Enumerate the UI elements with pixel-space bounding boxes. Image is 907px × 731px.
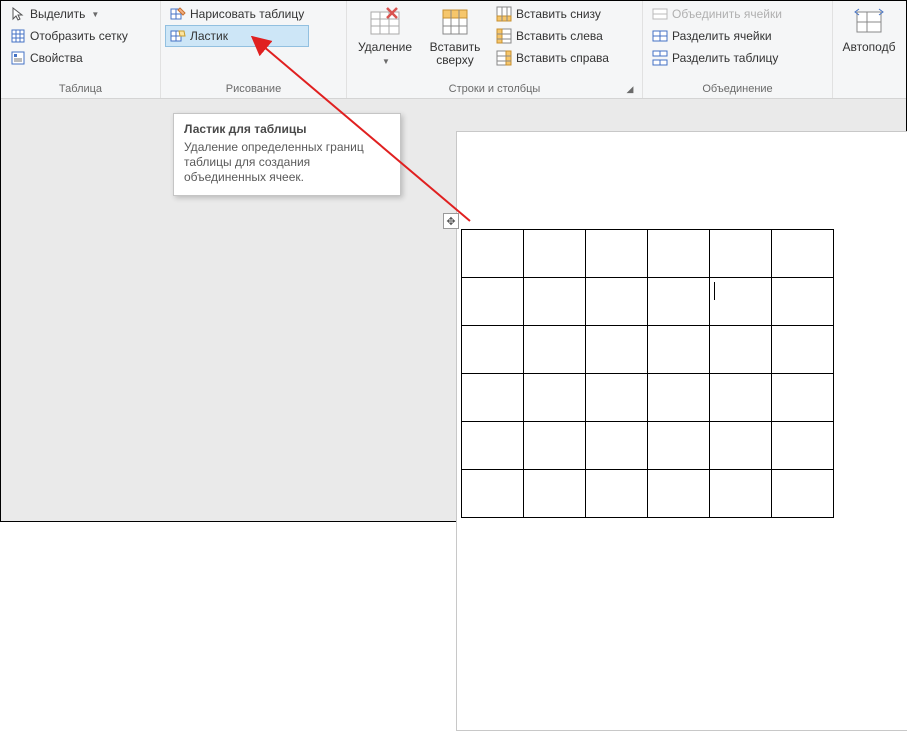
chevron-down-icon: ▼: [382, 57, 390, 66]
merge-cells-button[interactable]: Объединить ячейки: [647, 3, 787, 25]
table-row: [462, 278, 834, 326]
insert-right-button[interactable]: Вставить справа: [491, 47, 614, 69]
insert-left-button[interactable]: Вставить слева: [491, 25, 614, 47]
chevron-down-icon: ▼: [91, 10, 99, 19]
group-cellsize-label: [837, 93, 901, 98]
delete-icon: [368, 5, 402, 39]
show-gridlines-button[interactable]: Отобразить сетку: [5, 25, 133, 47]
delete-button[interactable]: Удаление ▼: [351, 3, 419, 81]
group-table-label: Таблица: [5, 81, 156, 98]
insert-above-button[interactable]: Вставить сверху: [421, 3, 489, 81]
table-move-handle[interactable]: ✥: [443, 213, 459, 229]
group-rows-cols-label: Строки и столбцы ◢: [351, 81, 638, 98]
show-gridlines-label: Отобразить сетку: [30, 29, 128, 43]
insert-below-icon: [496, 6, 512, 22]
insert-left-icon: [496, 28, 512, 44]
merge-cells-label: Объединить ячейки: [672, 7, 782, 21]
tooltip-title: Ластик для таблицы: [184, 122, 390, 136]
group-table: Выделить ▼ Отобразить сетку Свойства Та: [1, 1, 161, 98]
insert-above-icon: [438, 5, 472, 39]
table-row: [462, 470, 834, 518]
insert-below-label: Вставить снизу: [516, 7, 601, 21]
split-table-button[interactable]: Разделить таблицу: [647, 47, 787, 69]
group-draw: Нарисовать таблицу Ластик Рисование: [161, 1, 347, 98]
table-cell-cursor: [710, 278, 772, 326]
document-table[interactable]: [461, 229, 834, 518]
eraser-tooltip: Ластик для таблицы Удаление определенных…: [173, 113, 401, 196]
split-table-icon: [652, 50, 668, 66]
draw-table-button[interactable]: Нарисовать таблицу: [165, 3, 309, 25]
split-cells-button[interactable]: Разделить ячейки: [647, 25, 787, 47]
properties-icon: [10, 50, 26, 66]
eraser-label: Ластик: [190, 29, 228, 43]
split-cells-icon: [652, 28, 668, 44]
table-row: [462, 230, 834, 278]
group-merge-label: Объединение: [647, 81, 828, 98]
autofit-label: Автоподб: [843, 41, 896, 54]
insert-right-label: Вставить справа: [516, 51, 609, 65]
split-table-label: Разделить таблицу: [672, 51, 778, 65]
draw-table-label: Нарисовать таблицу: [190, 7, 304, 21]
cursor-icon: [10, 6, 26, 22]
grid-icon: [10, 28, 26, 44]
insert-left-label: Вставить слева: [516, 29, 603, 43]
merge-cells-icon: [652, 6, 668, 22]
eraser-icon: [170, 28, 186, 44]
autofit-button[interactable]: Автоподб: [837, 3, 901, 81]
group-rows-cols: Удаление ▼ Вставить сверху Вставить снизу: [347, 1, 643, 98]
properties-label: Свойства: [30, 51, 83, 65]
select-label: Выделить: [30, 7, 85, 21]
delete-label: Удаление: [358, 40, 412, 54]
group-merge: Объединить ячейки Разделить ячейки Разде…: [643, 1, 833, 98]
table-row: [462, 374, 834, 422]
document-area: ✥: [1, 99, 906, 521]
group-cellsize: Автоподб: [833, 1, 905, 98]
table-row: [462, 422, 834, 470]
table-row: [462, 326, 834, 374]
split-cells-label: Разделить ячейки: [672, 29, 772, 43]
dialog-launcher-icon[interactable]: ◢: [624, 83, 636, 95]
insert-above-label: Вставить сверху: [427, 41, 483, 67]
properties-button[interactable]: Свойства: [5, 47, 133, 69]
insert-below-button[interactable]: Вставить снизу: [491, 3, 614, 25]
group-draw-label: Рисование: [165, 81, 342, 98]
ribbon: Выделить ▼ Отобразить сетку Свойства Та: [1, 1, 906, 99]
select-button[interactable]: Выделить ▼: [5, 3, 133, 25]
insert-right-icon: [496, 50, 512, 66]
eraser-button[interactable]: Ластик: [165, 25, 309, 47]
tooltip-body: Удаление определенных границ таблицы для…: [184, 140, 390, 185]
autofit-icon: [852, 5, 886, 39]
draw-table-icon: [170, 6, 186, 22]
